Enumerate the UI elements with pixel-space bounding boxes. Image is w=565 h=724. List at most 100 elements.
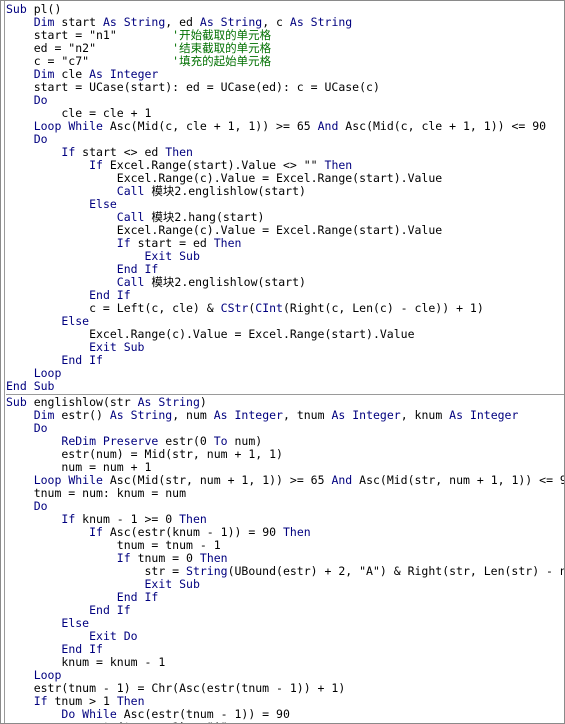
keyword-token: To (213, 434, 228, 448)
code-token: estr() (54, 408, 110, 422)
keyword-token: If (89, 158, 103, 172)
comment-token: '填充的起始单元格 (172, 54, 272, 68)
code-line[interactable]: Loop (6, 367, 564, 380)
keyword-token: And (317, 119, 339, 133)
code-line[interactable]: End If (6, 354, 564, 367)
code-token: estr(0 (158, 434, 214, 448)
code-token: estr(tnum - 1) = "A" (6, 720, 227, 724)
code-token: , ed (165, 15, 200, 29)
code-token: knum - 1 >= 0 (75, 512, 180, 526)
comment-token: '开始截取的单元格 (172, 28, 272, 42)
keyword-token: Else (89, 197, 117, 211)
code-pane[interactable]: Sub pl() Dim start As String, ed As Stri… (6, 3, 564, 723)
code-token: Excel.Range(start).Value <> "" (102, 158, 325, 172)
procedure-englishlow: Sub englishlow(str As String) Dim estr()… (6, 395, 564, 724)
keyword-token: End If (89, 288, 131, 302)
keyword-token: Call (116, 184, 145, 198)
code-token: , c (262, 15, 290, 29)
code-line[interactable]: End If (6, 604, 564, 617)
keyword-token: Do (33, 421, 48, 435)
code-token: estr(tnum - 1) = Chr(Asc(estr(tnum - 1))… (6, 681, 346, 695)
vba-code-editor[interactable]: Sub pl() Dim start As String, ed As Stri… (0, 0, 565, 724)
keyword-token: Do (33, 132, 48, 146)
keyword-token: Else (61, 314, 90, 328)
code-token: start = "n1" (6, 28, 173, 42)
keyword-token: Loop (33, 366, 62, 380)
code-token: cle (54, 67, 90, 81)
keyword-token: Call (116, 210, 145, 224)
keyword-token: As Integer (213, 408, 283, 422)
keyword-token: If (61, 512, 76, 526)
keyword-token: And (331, 473, 353, 487)
code-token: 模块2.hang(start) (144, 210, 265, 224)
keyword-token: As String (137, 395, 200, 409)
code-token: , tnum (282, 408, 332, 422)
keyword-token: String (186, 564, 228, 578)
keyword-token: As String (199, 15, 263, 29)
code-token: Excel.Range(c).Value = Excel.Range(start… (6, 223, 443, 237)
code-token: Asc(Mid(c, cle + 1, 1)) >= 65 (102, 119, 318, 133)
code-line[interactable]: estr(tnum - 1) = "A" (6, 720, 564, 724)
code-token: Excel.Range(c).Value = Excel.Range(start… (6, 327, 415, 341)
comment-token: '结束截取的单元格 (172, 41, 272, 55)
code-line[interactable]: End Sub (6, 380, 564, 393)
keyword-token: Dim (33, 15, 55, 29)
code-token: tnum > 1 (47, 694, 117, 708)
procedure-list: Sub pl() Dim start As String, ed As Stri… (6, 3, 564, 723)
code-token: str = (6, 564, 187, 578)
keyword-token: Exit Sub (144, 249, 200, 263)
code-line[interactable]: tnum = num: knum = num (6, 487, 564, 500)
keyword-token: Exit Sub (144, 577, 200, 591)
keyword-token: Call (116, 275, 145, 289)
code-token: ed = "n2" (6, 41, 173, 55)
keyword-token: As String (289, 15, 353, 29)
code-token: start <> ed (75, 145, 166, 159)
code-line[interactable]: start = UCase(start): ed = UCase(ed): c … (6, 81, 564, 94)
code-token: , knum (400, 408, 450, 422)
keyword-token: End If (61, 642, 103, 656)
code-token: Asc(estr(tnum - 1)) = 90 (116, 707, 290, 721)
keyword-token: Else (61, 616, 90, 630)
code-token: start = ed (130, 236, 214, 250)
keyword-token: Dim (33, 408, 55, 422)
code-token: num = num + 1 (6, 460, 152, 474)
code-line[interactable]: Loop While Asc(Mid(c, cle + 1, 1)) >= 65… (6, 120, 564, 133)
code-line[interactable]: Dim estr() As String, num As Integer, tn… (6, 409, 564, 422)
keyword-token: If (89, 525, 103, 539)
code-token: estr(num) = Mid(str, num + 1, 1) (6, 447, 283, 461)
code-token: c = Left(c, cle) & (6, 301, 221, 315)
keyword-token: Then (179, 512, 207, 526)
code-token: Asc(Mid(c, cle + 1, 1)) <= 90 (338, 119, 547, 133)
keyword-token: Do (33, 499, 48, 513)
code-token: Excel.Range(c).Value = Excel.Range(start… (6, 171, 443, 185)
code-token: Asc(Mid(str, num + 1, 1)) <= 90 (352, 473, 564, 487)
code-line[interactable]: c = Left(c, cle) & CStr(CInt(Right(c, Le… (6, 302, 564, 315)
keyword-token: Then (116, 694, 145, 708)
keyword-token: As Integer (449, 408, 519, 422)
keyword-token: Then (282, 525, 311, 539)
keyword-token: CStr (220, 301, 249, 315)
keyword-token: Dim (33, 67, 55, 81)
code-line[interactable]: knum = knum - 1 (6, 656, 564, 669)
code-token: Asc(Mid(str, num + 1, 1)) >= 65 (102, 473, 332, 487)
code-token: tnum = tnum - 1 (6, 538, 221, 552)
keyword-token: As String (109, 408, 173, 422)
